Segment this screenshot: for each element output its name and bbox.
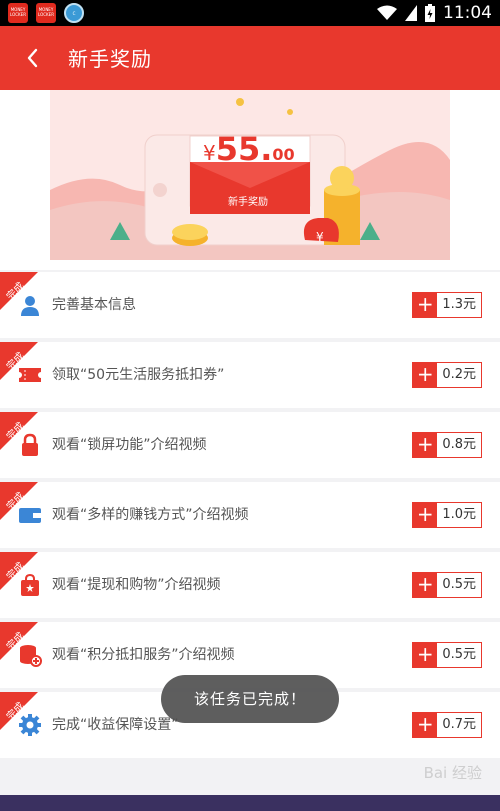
reward-value: 1.0元 (437, 503, 481, 527)
reward-badge: + 1.0元 (412, 502, 482, 528)
envelope-label: 新手奖励 (228, 197, 268, 208)
reward-badge: + 0.2元 (412, 362, 482, 388)
chevron-left-icon (27, 48, 38, 68)
money-locker-app-icon: MONEY LOCKER (36, 3, 56, 23)
battery-charging-icon (425, 4, 435, 22)
plus-icon: + (413, 643, 438, 667)
task-row[interactable]: 完成 观看“多样的赚钱方式”介绍视频 + 1.0元 (0, 482, 500, 548)
task-label: 领取“50元生活服务抵扣券” (52, 367, 225, 383)
reward-badge: + 0.5元 (412, 572, 482, 598)
reward-amount: ¥55.00 (203, 130, 295, 168)
plus-icon: + (413, 363, 438, 387)
reward-badge: + 0.5元 (412, 642, 482, 668)
money-bag-icon: ¥ (316, 230, 324, 244)
task-label: 观看“提现和购物”介绍视频 (52, 577, 221, 593)
reward-value: 0.5元 (437, 573, 481, 597)
user-icon (21, 296, 39, 316)
task-label: 完善基本信息 (52, 297, 136, 313)
task-row[interactable]: 完成 观看“锁屏功能”介绍视频 + 0.8元 (0, 412, 500, 478)
app-bar: 新手奖励 (0, 26, 500, 90)
plus-icon: + (413, 573, 438, 597)
money-locker-app-icon: MONEY LOCKER (8, 3, 28, 23)
task-row[interactable]: 完成 完善基本信息 + 1.3元 (0, 272, 500, 338)
reward-value: 0.7元 (437, 713, 481, 737)
lock-icon (22, 433, 38, 456)
clock: 11:04 (443, 3, 492, 23)
banner-illustration (50, 90, 450, 260)
reward-badge: + 0.7元 (412, 712, 482, 738)
task-row[interactable]: 完成 观看“提现和购物”介绍视频 + 0.5元 (0, 552, 500, 618)
wifi-icon (377, 5, 397, 20)
signal-icon (405, 5, 417, 21)
page-title: 新手奖励 (68, 47, 152, 71)
task-label: 观看“多样的赚钱方式”介绍视频 (52, 507, 249, 523)
reward-value: 0.2元 (437, 363, 481, 387)
watermark: Bai 经验 (423, 764, 482, 782)
reward-value: 0.5元 (437, 643, 481, 667)
coupon-icon (18, 368, 42, 382)
shopping-bag-icon (21, 573, 39, 596)
plus-icon: + (413, 503, 438, 527)
reward-badge: + 0.8元 (412, 432, 482, 458)
plus-icon: + (413, 293, 438, 317)
reward-badge: + 1.3元 (412, 292, 482, 318)
plus-icon: + (413, 713, 438, 737)
status-bar: MONEY LOCKER MONEY LOCKER C 11:04 (0, 0, 500, 26)
task-row[interactable]: 完成 领取“50元生活服务抵扣券” + 0.2元 (0, 342, 500, 408)
coins-icon (20, 645, 42, 667)
task-label: 完成“收益保障设置” (52, 717, 179, 733)
wallet-icon (19, 508, 41, 523)
task-label: 观看“积分抵扣服务”介绍视频 (52, 647, 235, 663)
reward-value: 0.8元 (437, 433, 481, 457)
toast-message: 该任务已完成！ (161, 675, 339, 723)
reward-value: 1.3元 (437, 293, 481, 317)
app-notification-icon: C (64, 3, 84, 23)
navigation-bar (0, 795, 500, 811)
gear-icon (19, 714, 41, 736)
back-button[interactable] (16, 40, 52, 76)
reward-banner: ¥55.00 新手奖励 ¥ (0, 90, 500, 270)
plus-icon: + (413, 433, 438, 457)
task-label: 观看“锁屏功能”介绍视频 (52, 437, 207, 453)
